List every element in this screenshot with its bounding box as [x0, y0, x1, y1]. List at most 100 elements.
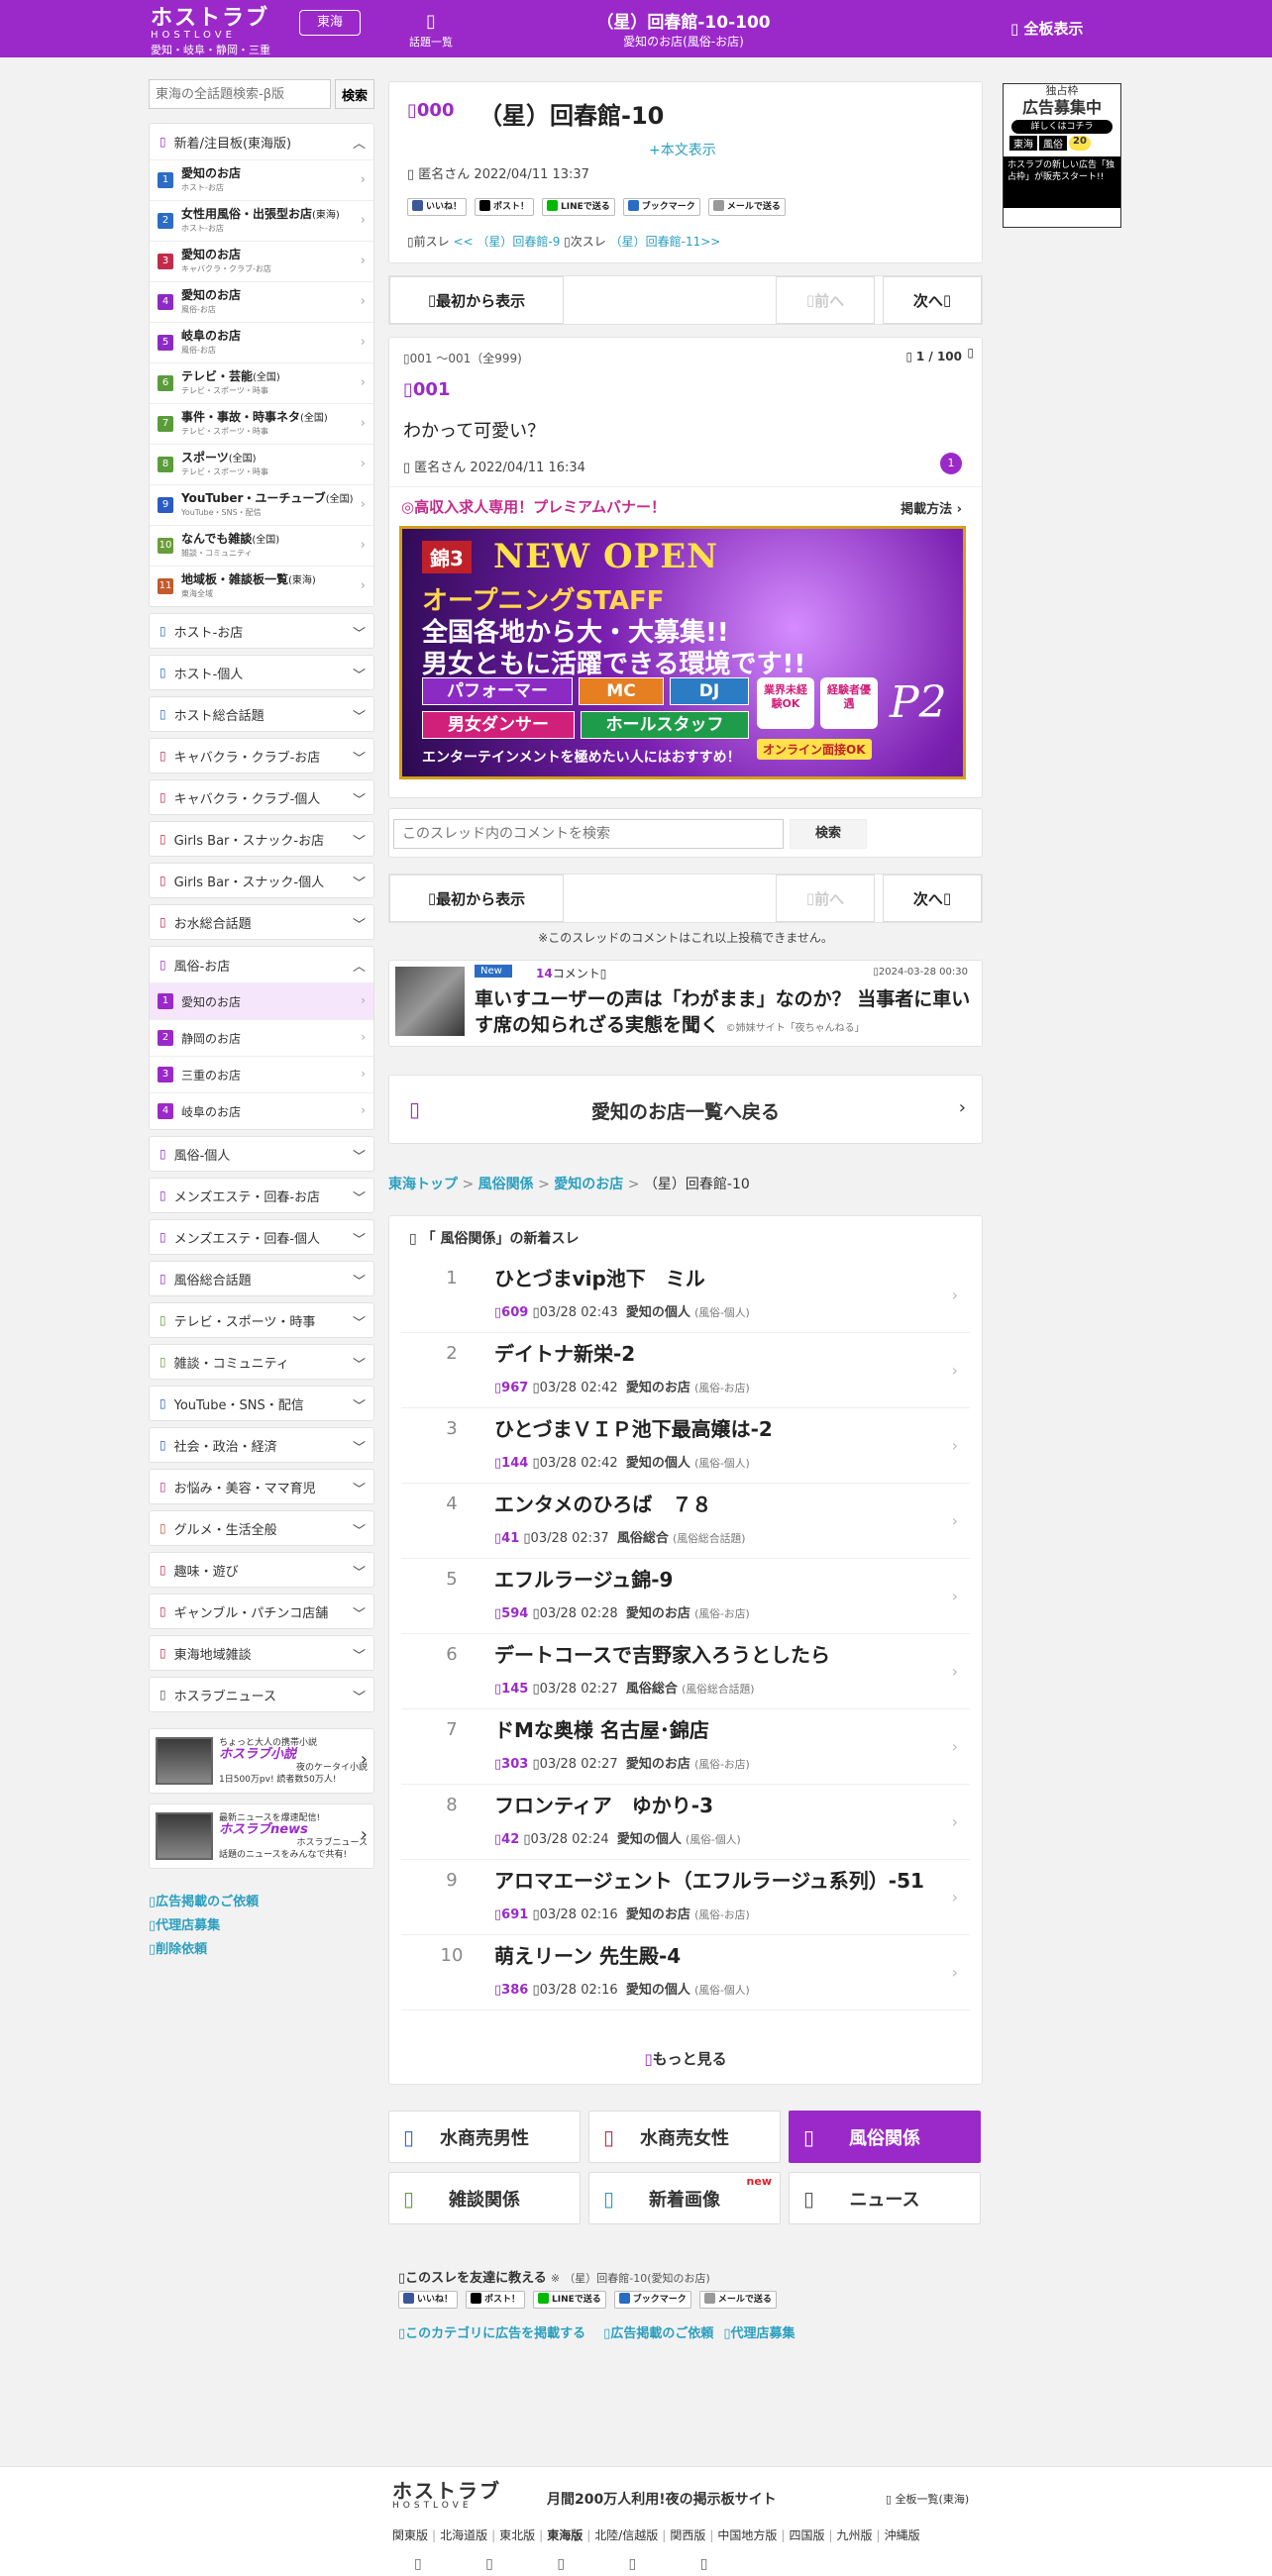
new-board-item[interactable]: 11 地域板・雑談板一覧(東海) 東海全域 › — [150, 566, 373, 606]
category-button[interactable]: ▯ ニュース — [789, 2172, 981, 2224]
new-boards-header[interactable]: ▯ 新着/注目板(東海版) ︿ — [150, 124, 373, 159]
new-board-item[interactable]: 10 なんでも雑談(全国) 雑談・コミュニティ › — [150, 525, 373, 566]
footer-region-link[interactable]: 北陸/信越版 — [594, 2528, 658, 2542]
category-item[interactable]: ▯ ホスト-個人 ﹀ — [149, 655, 374, 690]
agency-link[interactable]: ▯代理店募集 — [149, 1914, 374, 1938]
category-item[interactable]: ▯ キャバクラ・クラブ-個人 ﹀ — [149, 779, 374, 815]
category-item[interactable]: ▯ 東海地域雑談 ﹀ — [149, 1635, 374, 1671]
post-menu-icon[interactable]: ▯ — [967, 346, 974, 360]
comment-search-button[interactable]: 検索 — [790, 819, 867, 849]
post-reply-badge[interactable]: 1 — [940, 453, 962, 474]
x-post-button[interactable]: ポスト！ — [475, 198, 535, 216]
first-page-button[interactable]: ▯ 最初から表示 — [389, 276, 564, 324]
category-item[interactable]: ▯ 趣味・遊び ﹀ — [149, 1552, 374, 1588]
next-page-button[interactable]: 次へ ▯ — [883, 875, 982, 922]
category-item[interactable]: ▯ 社会・政治・経済 ﹀ — [149, 1427, 374, 1463]
topics-button[interactable]: ▯ 話題一覧 — [396, 10, 466, 50]
category-item[interactable]: ▯ ギャンブル・パチンコ店舗 ﹀ — [149, 1594, 374, 1629]
footer-logo[interactable]: ホストラブ HOSTLOVE — [392, 2481, 501, 2511]
line-share-button[interactable]: LINEで送る — [533, 2291, 606, 2309]
next-page-button[interactable]: 次へ ▯ — [883, 276, 982, 324]
category-item[interactable]: ▯ キャバクラ・クラブ-お店 ﹀ — [149, 738, 374, 773]
category-item[interactable]: ▯ Girls Bar・スナック-個人 ﹀ — [149, 863, 374, 898]
first-page-button[interactable]: ▯ 最初から表示 — [389, 875, 564, 922]
category-button[interactable]: ▯ 水商売女性 — [588, 2111, 781, 2163]
facebook-like-button[interactable]: いいね！ — [398, 2291, 459, 2309]
new-board-item[interactable]: 2 女性用風俗・出張型お店(東海) ホスト-お店 › — [150, 200, 373, 241]
thread-row[interactable]: 2 デイトナ新栄-2 ▯967 ▯03/28 02:42 愛知のお店 (風俗-お店)… — [401, 1333, 970, 1408]
category-item[interactable]: ▯ メンズエステ・回春-個人 ﹀ — [149, 1219, 374, 1255]
ad-detail-button[interactable]: 詳しくはコチラ — [1011, 120, 1113, 134]
sidebar-search-button[interactable]: 検索 — [335, 79, 374, 109]
back-to-list[interactable]: ▯ 愛知のお店一覧へ戻る › — [388, 1075, 983, 1144]
footer-region-link[interactable]: 関西版 — [670, 2528, 705, 2542]
footer-region-link[interactable]: 四国版 — [789, 2528, 824, 2542]
breadcrumb-aichi[interactable]: 愛知のお店 — [554, 1177, 623, 1192]
news-card[interactable]: New 14コメント▯ ▯2024-03-28 00:30 車いすユーザーの声は… — [388, 960, 983, 1047]
bookmark-button[interactable]: ブックマーク — [613, 2291, 691, 2309]
category-item[interactable]: ▯ テレビ・スポーツ・時事 ﹀ — [149, 1302, 374, 1338]
category-item[interactable]: ▯ 風俗総合話題 ﹀ — [149, 1261, 374, 1296]
breadcrumb-top[interactable]: 東海トップ — [388, 1177, 458, 1192]
fuzoku-item[interactable]: 1 愛知のお店 › — [150, 982, 373, 1019]
fuzoku-item[interactable]: 3 三重のお店 › — [150, 1056, 373, 1092]
fuzoku-header[interactable]: ▯ 風俗-お店 ︿ — [150, 947, 373, 982]
new-board-item[interactable]: 1 愛知のお店 ホスト-お店 › — [150, 159, 373, 200]
history-icon[interactable]: ▯ — [629, 2556, 637, 2572]
new-board-item[interactable]: 6 テレビ・芸能(全国) テレビ・スポーツ・時事 › — [150, 362, 373, 403]
thread-row[interactable]: 3 ひとづまＶＩＰ池下最高嬢は-2 ▯144 ▯03/28 02:42 愛知の個人 … — [401, 1408, 970, 1484]
home-icon[interactable]: ▯ — [414, 2556, 422, 2572]
footer-region-link[interactable]: 中国地方版 — [717, 2528, 777, 2542]
category-item[interactable]: ▯ YouTube・SNS・配信 ﹀ — [149, 1386, 374, 1421]
category-item[interactable]: ▯ 風俗-個人 ﹀ — [149, 1136, 374, 1172]
category-button[interactable]: ▯ 新着画像 new — [588, 2172, 781, 2224]
new-board-item[interactable]: 7 事件・事故・時事ネタ(全国) テレビ・スポーツ・時事 › — [150, 403, 373, 444]
category-item[interactable]: ▯ お悩み・美容・ママ育児 ﹀ — [149, 1469, 374, 1504]
footer-region-link[interactable]: 関東版 — [392, 2528, 428, 2542]
mail-share-button[interactable]: メールで送る — [707, 198, 786, 216]
comment-search-input[interactable] — [393, 819, 784, 849]
category-button[interactable]: ▯ 水商売男性 — [388, 2111, 581, 2163]
category-ad-link[interactable]: ▯このカテゴリに広告を掲載する — [398, 2326, 585, 2341]
ad-request-link[interactable]: ▯広告掲載のご依頼 — [603, 2326, 713, 2341]
menu-icon[interactable]: ▯ — [700, 2556, 708, 2572]
region-button[interactable]: 東海 — [299, 10, 361, 36]
thread-row[interactable]: 4 エンタメのひろば ７８ ▯41 ▯03/28 02:37 風俗総合 (風俗総合話… — [401, 1484, 970, 1559]
x-post-button[interactable]: ポスト！ — [466, 2291, 526, 2309]
new-board-item[interactable]: 8 スポーツ(全国) テレビ・スポーツ・時事 › — [150, 444, 373, 484]
category-item[interactable]: ▯ ホスト総合話題 ﹀ — [149, 696, 374, 732]
thread-row[interactable]: 1 ひとづまvip池下 ミル ▯609 ▯03/28 02:43 愛知の個人 (風俗… — [401, 1258, 970, 1333]
footer-region-link[interactable]: 北海道版 — [440, 2528, 487, 2542]
category-button[interactable]: ▯ 雑談関係 — [388, 2172, 581, 2224]
footer-region-link[interactable]: 東海版 — [547, 2528, 583, 2542]
category-item[interactable]: ▯ メンズエステ・回春-お店 ﹀ — [149, 1178, 374, 1213]
category-item[interactable]: ▯ ホスラブニュース ﹀ — [149, 1677, 374, 1712]
category-item[interactable]: ▯ 雑談・コミュニティ ﹀ — [149, 1344, 374, 1380]
category-item[interactable]: ▯ ホスト-お店 ﹀ — [149, 613, 374, 649]
line-share-button[interactable]: LINEで送る — [542, 198, 615, 216]
all-boards-button[interactable]: ▯ 全板表示 — [1010, 18, 1084, 39]
thread-row[interactable]: 10 萌えリーン 先生殿-4 ▯386 ▯03/28 02:16 愛知の個人 (風俗… — [401, 1935, 970, 2010]
facebook-like-button[interactable]: いいね！ — [407, 198, 468, 216]
mail-share-button[interactable]: メールで送る — [698, 2291, 777, 2309]
more-threads-link[interactable]: ▯もっと見る — [389, 2048, 982, 2069]
site-logo[interactable]: ホストラブ HOSTLOVE 愛知・岐阜・静岡・三重 — [151, 8, 270, 57]
sidebar-search-input[interactable] — [149, 79, 331, 109]
category-item[interactable]: ▯ Girls Bar・スナック-お店 ﹀ — [149, 821, 374, 857]
delete-request-link[interactable]: ▯削除依頼 — [149, 1938, 374, 1962]
category-button[interactable]: ▯ 風俗関係 — [789, 2111, 981, 2163]
footer-all-boards[interactable]: ▯ 全板一覧(東海) — [886, 2491, 969, 2507]
thread-row[interactable]: 6 デートコースで吉野家入ろうとしたら ▯145 ▯03/28 02:27 風俗総合… — [401, 1634, 970, 1709]
ad-request-link[interactable]: ▯広告掲載のご依頼 — [149, 1891, 374, 1914]
thread-row[interactable]: 9 アロマエージェント（エフルラージュ系列）-51 ▯691 ▯03/28 02:1… — [401, 1860, 970, 1935]
category-item[interactable]: ▯ お水総合話題 ﹀ — [149, 904, 374, 940]
prev-page-button[interactable]: ▯ 前へ — [776, 276, 875, 324]
footer-region-link[interactable]: 九州版 — [837, 2528, 873, 2542]
footer-region-link[interactable]: 沖縄版 — [885, 2528, 920, 2542]
breadcrumb-fuzoku[interactable]: 風俗関係 — [478, 1177, 534, 1192]
search-icon[interactable]: ▯ — [557, 2556, 565, 2572]
exclusive-ad[interactable]: 独占枠 広告募集中 詳しくはコチラ 東海 風俗 20 ホスラブの新しい広告「独占枠」… — [1003, 83, 1121, 228]
thread-row[interactable]: 5 エフルラージュ錦-9 ▯594 ▯03/28 02:28 愛知のお店 (風俗-お… — [401, 1559, 970, 1634]
next-thread-link[interactable]: （星）回春館-11>> — [610, 235, 721, 249]
new-board-item[interactable]: 3 愛知のお店 キャバクラ・クラブ-お店 › — [150, 241, 373, 281]
